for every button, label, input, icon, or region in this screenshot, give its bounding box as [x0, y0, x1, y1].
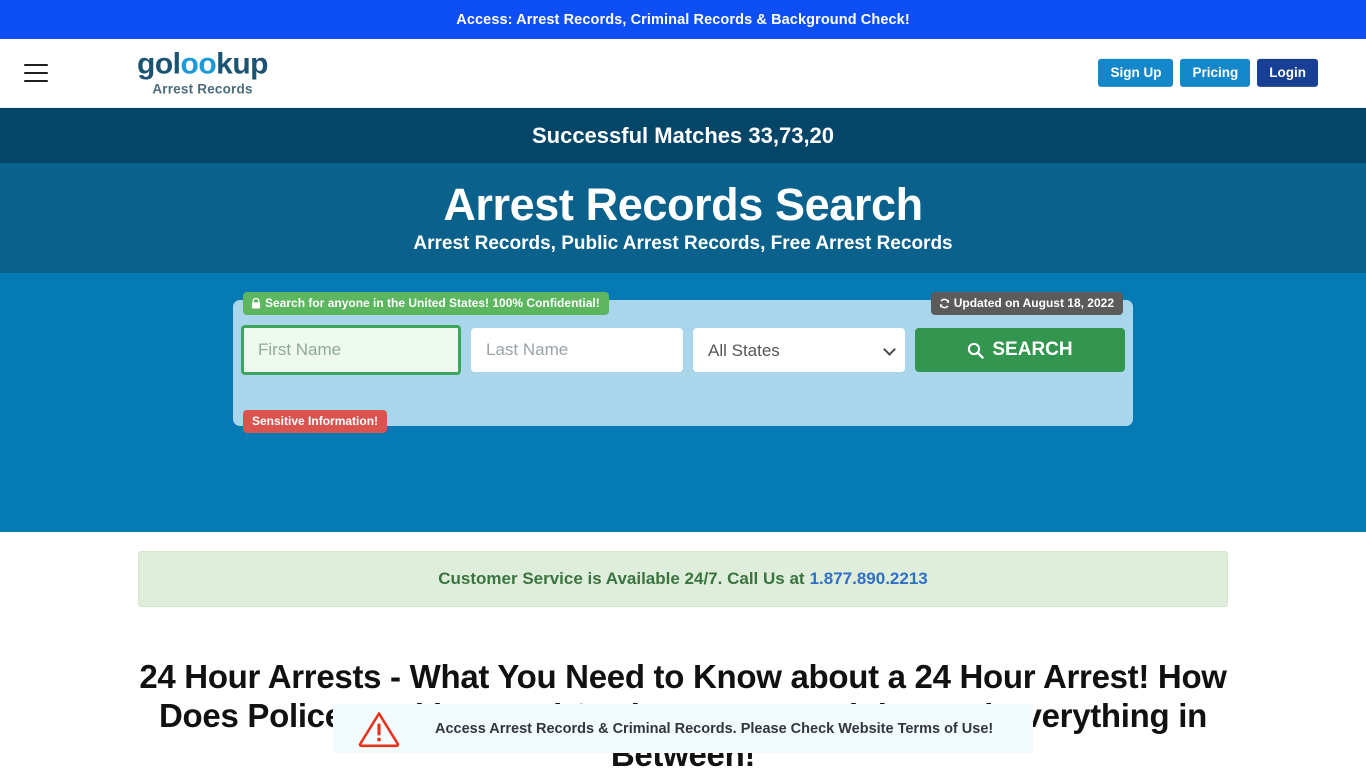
customer-service-bar: Customer Service is Available 24/7. Call… — [138, 551, 1228, 607]
terms-alert-text: Access Arrest Records & Criminal Records… — [435, 720, 994, 737]
customer-service-text: Customer Service is Available 24/7. Call… — [438, 569, 805, 588]
last-name-input[interactable] — [471, 328, 683, 372]
successful-matches-strip: Successful Matches 33,73,20 — [0, 108, 1366, 163]
search-button-label: SEARCH — [992, 339, 1073, 360]
brand-text-part2: kup — [216, 47, 268, 81]
brand-text-part1: gol — [137, 47, 181, 81]
announcement-text: Access: Arrest Records, Criminal Records… — [456, 11, 910, 28]
terms-alert: Access Arrest Records & Criminal Records… — [333, 704, 1033, 753]
sign-up-button[interactable]: Sign Up — [1098, 58, 1174, 88]
state-select-wrapper: All States — [693, 328, 905, 372]
search-icon — [968, 342, 985, 359]
search-panel: Search for anyone in the United States! … — [233, 292, 1133, 433]
updated-badge-text: Updated on August 18, 2022 — [953, 296, 1114, 310]
search-form: All States SEARCH — [241, 325, 1125, 375]
brand-logo[interactable]: golookup Arrest Records — [137, 47, 268, 97]
login-button[interactable]: Login — [1257, 58, 1318, 88]
hamburger-line — [24, 64, 48, 66]
first-name-input[interactable] — [241, 325, 461, 375]
hamburger-icon[interactable] — [24, 64, 48, 82]
header-actions: Sign Up Pricing Login — [1098, 58, 1318, 88]
successful-matches-text: Successful Matches 33,73,20 — [531, 122, 835, 148]
state-select[interactable]: All States — [693, 328, 905, 372]
hamburger-line — [24, 72, 48, 74]
page-subtitle: Arrest Records, Public Arrest Records, F… — [413, 233, 953, 255]
confidential-badge: Search for anyone in the United States! … — [243, 292, 609, 315]
search-band: Search for anyone in the United States! … — [0, 273, 1366, 753]
refresh-icon — [939, 298, 949, 308]
warning-triangle-icon — [358, 711, 400, 747]
updated-badge: Updated on August 18, 2022 — [930, 292, 1123, 315]
brand-wordmark: golookup — [137, 47, 268, 81]
lock-icon — [251, 297, 261, 308]
pricing-button[interactable]: Pricing — [1180, 58, 1251, 88]
announcement-banner: Access: Arrest Records, Criminal Records… — [0, 0, 1366, 39]
brand-text-arc: oo — [180, 47, 217, 81]
page-title: Arrest Records Search — [443, 178, 923, 230]
brand-subtitle: Arrest Records — [152, 81, 253, 97]
site-header: golookup Arrest Records Sign Up Pricing … — [0, 39, 1366, 108]
hamburger-line — [24, 80, 48, 82]
sensitive-information-badge: Sensitive Information! — [243, 410, 388, 433]
hero-band: Arrest Records Search Arrest Records, Pu… — [0, 163, 1366, 273]
search-button[interactable]: SEARCH — [915, 328, 1125, 372]
confidential-badge-text: Search for anyone in the United States! … — [265, 296, 600, 310]
phone-number-link[interactable]: 1.877.890.2213 — [810, 569, 928, 589]
